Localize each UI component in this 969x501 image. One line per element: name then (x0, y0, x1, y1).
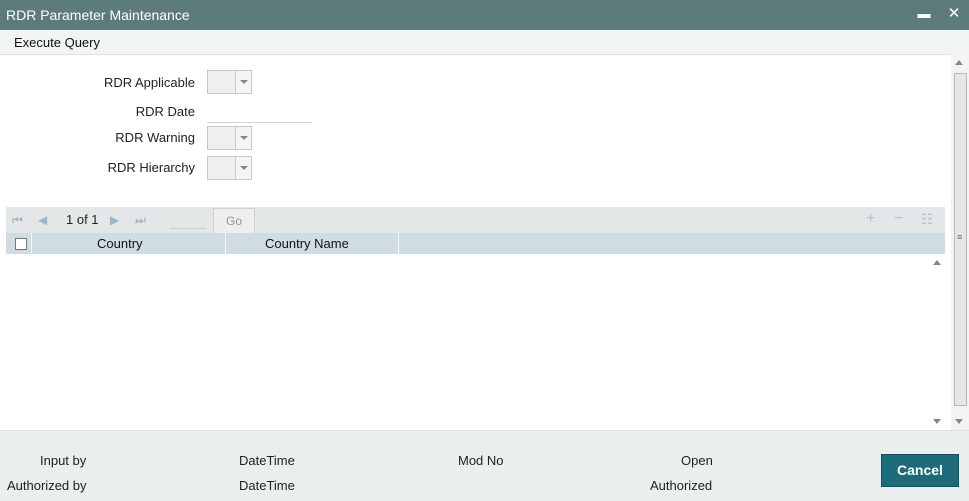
delete-row-icon[interactable]: − (894, 210, 903, 228)
grid-scrollbar[interactable] (929, 254, 945, 430)
mod-no-label: Mod No (458, 453, 504, 468)
next-page-icon[interactable]: ▶ (110, 213, 119, 227)
column-divider (398, 233, 399, 254)
column-divider (31, 233, 32, 254)
grip-icon: ≡ (957, 232, 963, 242)
minimize-icon[interactable]: ▬ (914, 4, 934, 24)
input-datetime-label: DateTime (239, 453, 295, 468)
page-number-input[interactable] (170, 212, 206, 229)
menu-bar: Execute Query (0, 30, 969, 55)
list-view-icon[interactable]: ☷ (921, 211, 934, 228)
rdr-date-input[interactable] (207, 122, 312, 123)
chevron-down-icon (235, 157, 251, 179)
scroll-up-arrow[interactable] (955, 60, 963, 65)
authorized-datetime-label: DateTime (239, 478, 295, 493)
close-icon[interactable]: ✕ (944, 4, 964, 24)
first-page-icon[interactable]: ⏮ (12, 213, 23, 228)
chevron-down-icon (235, 71, 251, 93)
previous-page-icon[interactable]: ◀ (38, 213, 47, 227)
page-indicator: 1 of 1 (66, 212, 99, 227)
grid-body (6, 254, 929, 430)
column-divider (225, 233, 226, 254)
rdr-warning-select[interactable] (207, 126, 252, 150)
scroll-down-arrow[interactable] (955, 419, 963, 424)
chevron-down-icon (235, 127, 251, 149)
rdr-applicable-select[interactable] (207, 70, 252, 94)
window-title: RDR Parameter Maintenance (6, 7, 190, 23)
add-row-icon[interactable]: + (866, 210, 875, 228)
scrollbar-thumb[interactable]: ≡ (954, 73, 967, 406)
cancel-button[interactable]: Cancel (881, 454, 959, 487)
input-by-label: Input by (40, 453, 87, 468)
grid-scroll-down-arrow[interactable] (933, 419, 941, 424)
rdr-hierarchy-select[interactable] (207, 156, 252, 180)
title-bar: RDR Parameter Maintenance ▬ ✕ (0, 0, 969, 30)
page-scrollbar[interactable]: ≡ (951, 54, 969, 430)
go-button[interactable]: Go (213, 208, 255, 234)
authorized-by-label: Authorized by (7, 478, 87, 493)
open-status-label: Open (681, 453, 713, 468)
authorized-status-label: Authorized (650, 478, 713, 493)
column-header-country[interactable]: Country (97, 236, 143, 251)
grid-header: Country Country Name (6, 233, 945, 254)
column-header-country-name[interactable]: Country Name (265, 236, 349, 251)
execute-query-menu[interactable]: Execute Query (14, 35, 100, 50)
grid-scroll-up-arrow[interactable] (933, 260, 941, 265)
rdr-applicable-label: RDR Applicable (103, 75, 195, 90)
rdr-date-label: RDR Date (135, 104, 195, 119)
grid-toolbar: ⏮ ◀ 1 of 1 ▶ ⏭ Go + − ☷ (6, 207, 945, 234)
select-all-checkbox[interactable] (15, 238, 27, 250)
last-page-icon[interactable]: ⏭ (135, 213, 146, 228)
rdr-hierarchy-label: RDR Hierarchy (107, 160, 195, 175)
rdr-warning-label: RDR Warning (115, 130, 195, 145)
